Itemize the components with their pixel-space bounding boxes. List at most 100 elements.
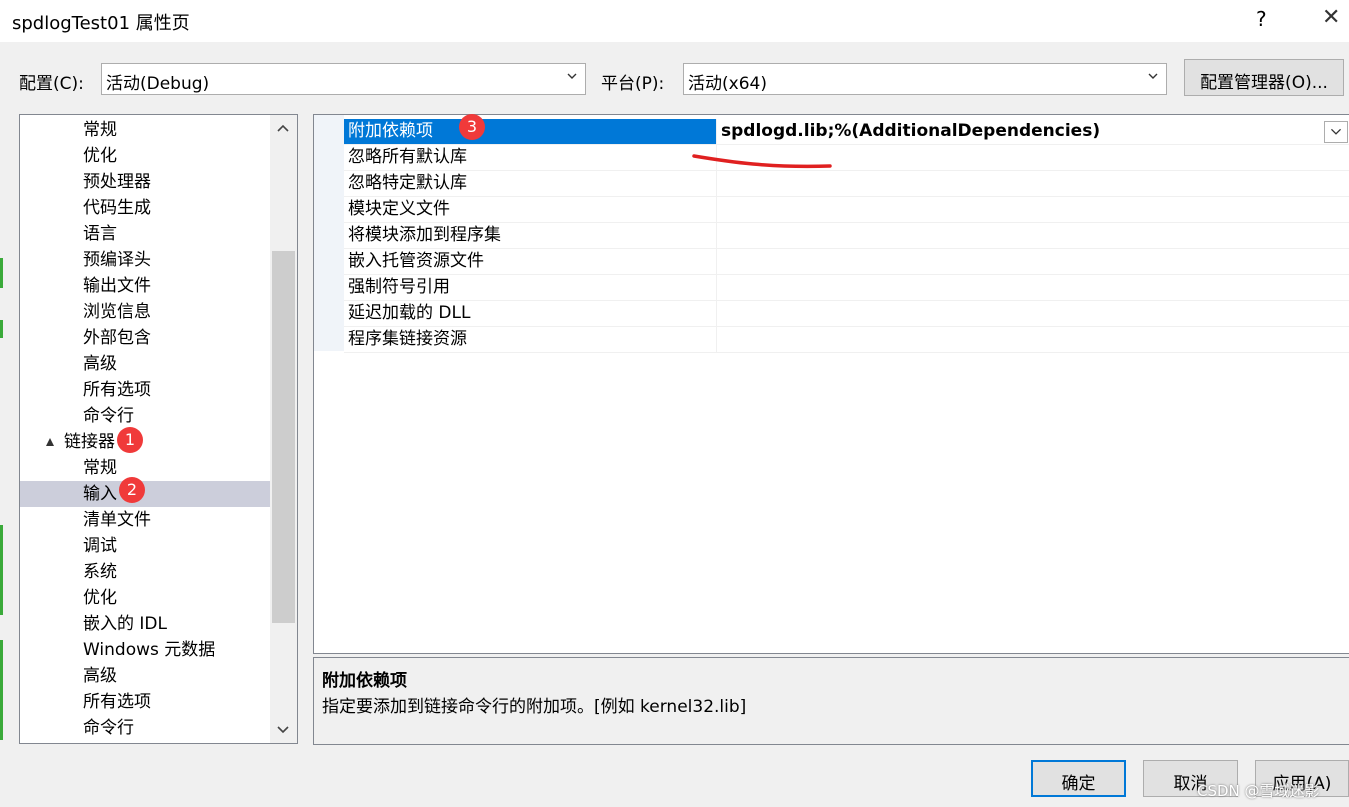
property-value[interactable]	[719, 171, 721, 196]
category-tree[interactable]: 常规 优化 预处理器 代码生成 语言 预编译头 输出文件 浏览信息 外部包含 高级 所有选项 命令行链…	[19, 114, 298, 744]
property-row[interactable]: 嵌入托管资源文件	[344, 249, 1349, 275]
tree-item-label: Windows 元数据	[83, 640, 216, 660]
tree-item-label: 语言	[83, 224, 117, 244]
tree-item-label: 常规	[83, 120, 117, 140]
tree-item-label: 清单文件	[83, 510, 151, 530]
tree-item[interactable]: 浏览信息	[20, 299, 270, 325]
scroll-up-icon[interactable]	[277, 123, 289, 135]
tree-item[interactable]: 预处理器	[20, 169, 270, 195]
config-combo-value: 活动(Debug)	[106, 74, 210, 94]
description-panel: 附加依赖项 指定要添加到链接命令行的附加项。[例如 kernel32.lib]	[313, 657, 1349, 745]
tree-item[interactable]: 预编译头	[20, 247, 270, 273]
title-bar: spdlogTest01 属性页 ? ✕	[0, 0, 1349, 42]
annotation-underline	[692, 154, 832, 169]
edge-mark	[0, 640, 3, 740]
property-value[interactable]: spdlogd.lib;%(AdditionalDependencies)	[719, 119, 1100, 144]
tree-item[interactable]: 外部包含	[20, 325, 270, 351]
property-value[interactable]	[719, 223, 721, 248]
help-button[interactable]: ?	[1256, 7, 1267, 31]
tree-item-label: 命令行	[83, 718, 134, 738]
property-name: 忽略所有默认库	[344, 145, 717, 170]
watermark: CSDN @雪域迷影	[1197, 782, 1320, 800]
tree-item-label: 预编译头	[83, 250, 151, 270]
tree-item[interactable]: Windows 元数据	[20, 637, 270, 663]
property-name: 附加依赖项	[344, 119, 717, 144]
tree-item-label: 常规	[83, 458, 117, 478]
chevron-down-icon	[1148, 73, 1158, 79]
value-dropdown-button[interactable]	[1324, 121, 1348, 143]
tree-item-label: 所有选项	[83, 380, 151, 400]
tree-item[interactable]: 常规	[20, 117, 270, 143]
tree-item[interactable]: 清单文件	[20, 507, 270, 533]
tree-item-label: 输出文件	[83, 276, 151, 296]
property-value[interactable]	[719, 197, 721, 222]
property-name: 延迟加载的 DLL	[344, 301, 717, 326]
edge-mark	[0, 258, 3, 288]
property-name: 忽略特定默认库	[344, 171, 717, 196]
tree-item-label: 浏览信息	[83, 302, 151, 322]
property-name: 程序集链接资源	[344, 327, 717, 352]
edge-mark	[0, 525, 3, 615]
tree-item-label: 所有选项	[83, 692, 151, 712]
expand-triangle-icon[interactable]	[46, 438, 54, 446]
property-name: 模块定义文件	[344, 197, 717, 222]
property-value[interactable]	[719, 275, 721, 300]
property-row[interactable]: 模块定义文件	[344, 197, 1349, 223]
tree-item-label: 高级	[83, 354, 117, 374]
property-row[interactable]: 延迟加载的 DLL	[344, 301, 1349, 327]
tree-item-label: 优化	[83, 146, 117, 166]
tree-item[interactable]: 常规	[20, 455, 270, 481]
tree-item[interactable]: 调试	[20, 533, 270, 559]
tree-item-label: 调试	[83, 536, 117, 556]
chevron-down-icon	[1331, 128, 1341, 135]
tree-item[interactable]: 所有选项	[20, 689, 270, 715]
scroll-down-icon[interactable]	[277, 723, 289, 735]
tree-item[interactable]: 系统	[20, 559, 270, 585]
scroll-thumb[interactable]	[272, 251, 295, 623]
config-combo[interactable]: 活动(Debug)	[101, 63, 586, 95]
property-value[interactable]	[719, 301, 721, 326]
grid-gutter	[314, 115, 344, 351]
description-title: 附加依赖项	[322, 671, 407, 691]
platform-combo-value: 活动(x64)	[688, 74, 767, 94]
tree-group[interactable]: 链接器	[20, 429, 270, 455]
property-value[interactable]	[719, 249, 721, 274]
tree-item[interactable]: 所有选项	[20, 377, 270, 403]
tree-item-label: 系统	[83, 562, 117, 582]
ok-button[interactable]: 确定	[1031, 760, 1126, 797]
platform-combo[interactable]: 活动(x64)	[683, 63, 1167, 95]
property-row[interactable]: 将模块添加到程序集	[344, 223, 1349, 249]
chevron-down-icon	[567, 73, 577, 79]
edge-mark	[0, 320, 3, 338]
tree-item[interactable]: 输入	[20, 481, 270, 507]
tree-item[interactable]: 优化	[20, 585, 270, 611]
tree-item-label: 代码生成	[83, 198, 151, 218]
property-row[interactable]: 忽略所有默认库	[344, 145, 1349, 171]
tree-scrollbar[interactable]	[270, 115, 297, 743]
tree-item[interactable]: 输出文件	[20, 273, 270, 299]
tree-item[interactable]: 高级	[20, 663, 270, 689]
annotation-badge-1: 1	[117, 427, 143, 453]
annotation-badge-3: 3	[459, 114, 485, 140]
property-row[interactable]: 强制符号引用	[344, 275, 1349, 301]
tree-item-label: 链接器	[64, 432, 115, 452]
property-grid[interactable]: 附加依赖项 spdlogd.lib;%(AdditionalDependencie…	[313, 114, 1349, 654]
property-value[interactable]	[719, 327, 721, 352]
tree-item-label: 嵌入的 IDL	[83, 614, 167, 634]
tree-item-label: 预处理器	[83, 172, 151, 192]
window-title: spdlogTest01 属性页	[12, 13, 190, 34]
tree-item[interactable]: 命令行	[20, 715, 270, 741]
property-row[interactable]: 附加依赖项 spdlogd.lib;%(AdditionalDependencie…	[344, 119, 1349, 145]
tree-item[interactable]: 高级	[20, 351, 270, 377]
tree-item[interactable]: 嵌入的 IDL	[20, 611, 270, 637]
tree-item[interactable]: 语言	[20, 221, 270, 247]
tree-item-label: 外部包含	[83, 328, 151, 348]
property-row[interactable]: 程序集链接资源	[344, 327, 1349, 353]
tree-item[interactable]: 命令行	[20, 403, 270, 429]
config-manager-button[interactable]: 配置管理器(O)...	[1184, 59, 1344, 96]
tree-item-label: 命令行	[83, 406, 134, 426]
tree-item[interactable]: 优化	[20, 143, 270, 169]
close-button[interactable]: ✕	[1322, 5, 1340, 30]
property-row[interactable]: 忽略特定默认库	[344, 171, 1349, 197]
tree-item[interactable]: 代码生成	[20, 195, 270, 221]
